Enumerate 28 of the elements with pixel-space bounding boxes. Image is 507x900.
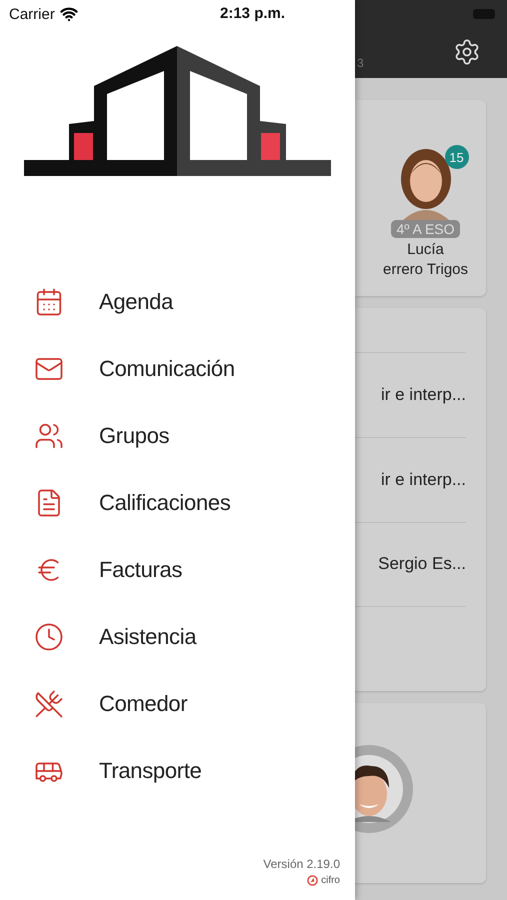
menu-item[interactable]: Asistencia (0, 603, 355, 670)
wifi-icon (60, 5, 78, 23)
brand-icon (307, 875, 318, 886)
student-card[interactable] (355, 703, 486, 883)
menu-item[interactable]: Comunicación (0, 335, 355, 402)
calendar-icon (34, 286, 64, 316)
student-card[interactable]: 15 4º A ESO Lucía errero Trigos (355, 100, 486, 296)
cutlery-icon (34, 688, 64, 718)
group-tag: 4º A ESO (391, 220, 460, 238)
message-title[interactable]: Sergio Es... (378, 554, 466, 574)
settings-icon[interactable] (453, 38, 481, 66)
header-text: 3 (357, 56, 364, 70)
message-title[interactable]: ir e interp... (380, 384, 466, 405)
menu-item[interactable]: Calificaciones (0, 469, 355, 536)
brand-name: cifro (321, 875, 340, 886)
student-first-name: Lucía (407, 241, 444, 258)
menu-item[interactable]: Facturas (0, 536, 355, 603)
menu-item[interactable]: Comedor (0, 670, 355, 737)
menu-item[interactable]: Transporte (0, 737, 355, 804)
status-time: 2:13 p.m. (220, 5, 286, 22)
version-label: Versión 2.19.0 (263, 857, 340, 871)
menu-item[interactable]: Agenda (0, 268, 355, 335)
clock-icon (34, 622, 64, 652)
student-last-name: errero Trigos (382, 261, 468, 278)
message-title[interactable]: ir e interp... (380, 470, 466, 490)
menu-item[interactable]: Grupos (0, 402, 355, 469)
carrier-label: Carrier (9, 6, 55, 22)
battery-icon (473, 9, 495, 19)
